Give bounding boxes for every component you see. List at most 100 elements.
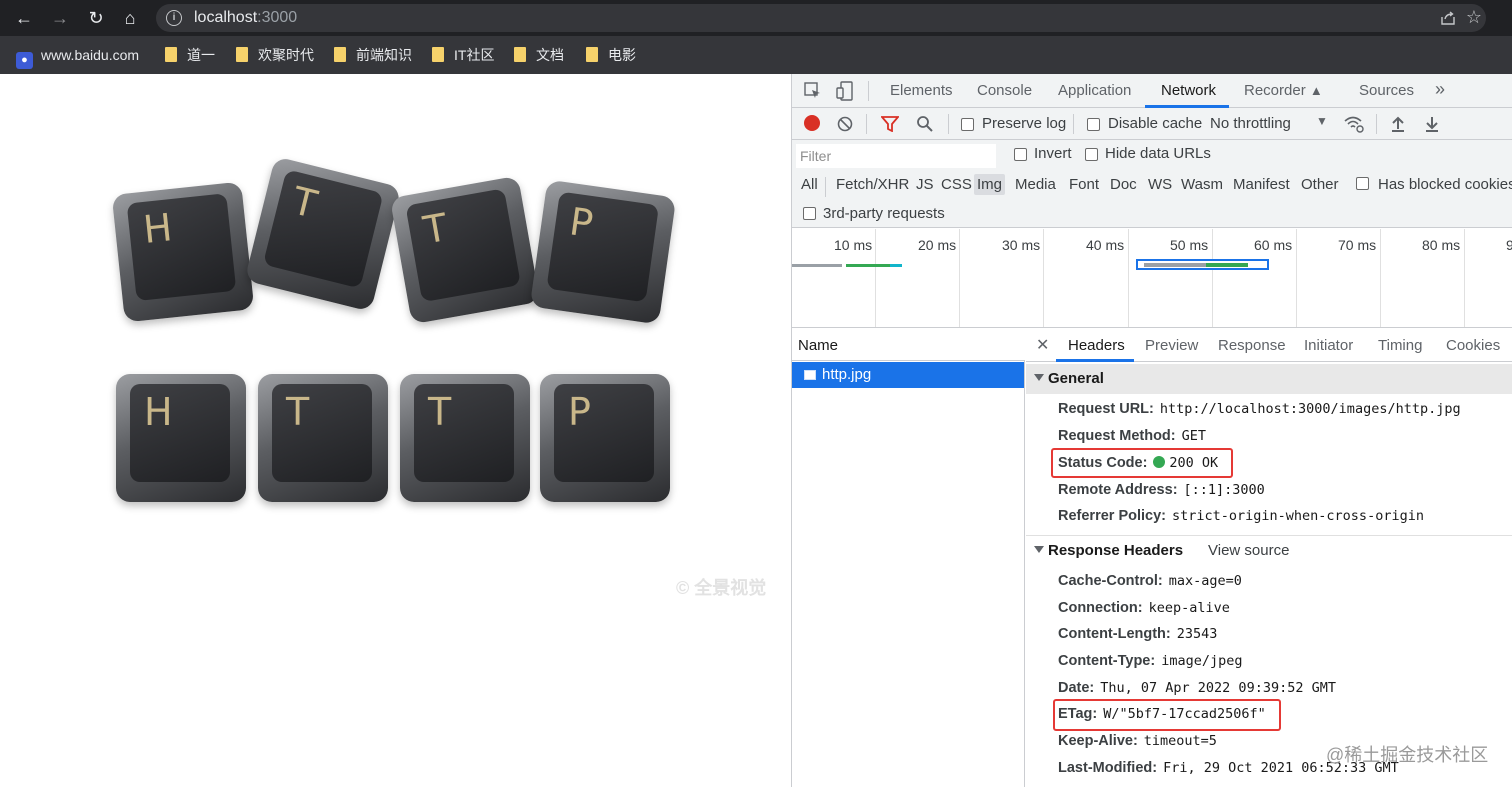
filter-type-wasm[interactable]: Wasm: [1178, 174, 1226, 195]
folder-icon: [432, 47, 444, 62]
reload-icon[interactable]: ↻: [84, 6, 108, 30]
timeline-bar: [890, 264, 902, 267]
export-har-icon[interactable]: [1424, 115, 1440, 133]
filter-type-other[interactable]: Other: [1298, 174, 1342, 195]
filter-type-fetch-xhr[interactable]: Fetch/XHR: [833, 174, 912, 195]
network-filter-bar: Filter Invert Hide data URLs All Fetch/X…: [792, 140, 1512, 228]
view-source-link[interactable]: View source: [1208, 542, 1289, 559]
bookmark-folder[interactable]: 欢聚时代: [236, 46, 314, 64]
tab-cookies[interactable]: Cookies: [1446, 337, 1500, 354]
general-section-toggle[interactable]: General: [1026, 364, 1512, 394]
bookmark-folder[interactable]: 前端知识: [334, 46, 412, 64]
tab-application[interactable]: Application: [1058, 82, 1131, 99]
timeline-tick: 30 ms: [1002, 237, 1041, 253]
tab-preview[interactable]: Preview: [1145, 337, 1198, 354]
bookmark-folder[interactable]: 电影: [586, 46, 636, 64]
filter-type-manifest[interactable]: Manifest: [1230, 174, 1293, 195]
import-har-icon[interactable]: [1390, 115, 1406, 133]
devtools-panel: Elements Console Application Network Rec…: [791, 74, 1512, 787]
tab-response[interactable]: Response: [1218, 337, 1286, 354]
throttling-select[interactable]: No throttling: [1210, 115, 1291, 132]
filter-type-css[interactable]: CSS: [938, 174, 975, 195]
folder-icon: [514, 47, 526, 62]
page-viewport: H T T P H T T P © 全景视觉: [0, 74, 791, 787]
keycap: H: [111, 181, 255, 323]
tab-recorder[interactable]: Recorder ▲: [1244, 82, 1323, 99]
preserve-log-checkbox[interactable]: [961, 118, 974, 131]
source-watermark: @稀土掘金技术社区: [1326, 745, 1489, 765]
image-watermark: © 全景视觉: [676, 578, 767, 598]
bookmark-folder[interactable]: IT社区: [432, 46, 494, 64]
keycap: T: [389, 175, 541, 325]
divider: [948, 114, 949, 134]
third-party-label: 3rd-party requests: [823, 205, 945, 222]
highlight-status-code: [1051, 448, 1233, 478]
response-headers-section-toggle[interactable]: Response Headers View source: [1026, 536, 1512, 566]
tab-console[interactable]: Console: [977, 82, 1032, 99]
hide-data-urls-checkbox[interactable]: [1085, 148, 1098, 161]
filter-input[interactable]: Filter: [796, 144, 996, 168]
filter-type-media[interactable]: Media: [1012, 174, 1059, 195]
filter-type-all[interactable]: All: [798, 174, 821, 195]
divider: [868, 81, 869, 101]
search-icon[interactable]: [916, 115, 934, 133]
tab-sources[interactable]: Sources: [1359, 82, 1414, 99]
share-icon[interactable]: [1440, 10, 1456, 26]
filter-type-img[interactable]: Img: [974, 174, 1006, 195]
folder-icon: [236, 47, 248, 62]
disable-cache-checkbox[interactable]: [1087, 118, 1100, 131]
bookmark-star-icon[interactable]: ☆: [1466, 7, 1482, 28]
timeline-bar: [792, 264, 842, 267]
request-list: Name http.jpg: [792, 328, 1025, 787]
close-icon[interactable]: ✕: [1036, 335, 1049, 355]
tab-elements[interactable]: Elements: [890, 82, 953, 99]
request-name: http.jpg: [822, 366, 872, 383]
bookmark-folder[interactable]: 道一: [165, 46, 215, 64]
keycap: T: [244, 156, 402, 312]
tab-headers[interactable]: Headers: [1068, 337, 1125, 354]
active-tab-indicator: [1056, 359, 1134, 362]
baidu-icon: ●: [16, 52, 33, 69]
timeline-bar: [846, 264, 890, 267]
request-row[interactable]: http.jpg: [792, 362, 1024, 388]
third-party-checkbox[interactable]: [803, 207, 816, 220]
timeline-tick: 60 ms: [1254, 237, 1293, 253]
details-tab-bar: ✕ Headers Preview Response Initiator Tim…: [1026, 328, 1512, 362]
filter-type-font[interactable]: Font: [1066, 174, 1102, 195]
tab-network[interactable]: Network: [1161, 82, 1216, 99]
header-cache-control: Cache-Control: max-age=0: [1058, 573, 1242, 589]
tab-initiator[interactable]: Initiator: [1304, 337, 1353, 354]
address-bar[interactable]: i localhost:3000 ☆: [156, 4, 1486, 32]
site-info-icon[interactable]: i: [166, 10, 182, 26]
filter-type-doc[interactable]: Doc: [1107, 174, 1140, 195]
device-toolbar-icon[interactable]: [836, 81, 854, 101]
forward-icon[interactable]: →: [48, 6, 72, 30]
home-icon[interactable]: ⌂: [118, 6, 142, 30]
has-blocked-cookies-checkbox[interactable]: [1356, 177, 1369, 190]
clear-icon[interactable]: [837, 116, 853, 132]
bookmark-baidu[interactable]: ● www.baidu.com: [16, 46, 139, 69]
keycap: H: [116, 374, 246, 502]
has-blocked-cookies-label: Has blocked cookies: [1378, 176, 1512, 193]
invert-checkbox[interactable]: [1014, 148, 1027, 161]
header-request-url: Request URL: http://localhost:3000/images…: [1058, 401, 1461, 417]
filter-type-ws[interactable]: WS: [1145, 174, 1175, 195]
keycap: P: [540, 374, 670, 502]
filter-icon[interactable]: [881, 116, 899, 132]
network-overview-timeline[interactable]: 10 ms 20 ms 30 ms 40 ms 50 ms 60 ms 70 m…: [792, 229, 1512, 328]
timeline-tick: 80 ms: [1422, 237, 1461, 253]
filter-type-js[interactable]: JS: [913, 174, 937, 195]
url-host: localhost: [194, 9, 258, 26]
back-icon[interactable]: ←: [12, 6, 36, 30]
network-conditions-icon[interactable]: [1343, 114, 1365, 134]
url-port: :3000: [257, 9, 298, 26]
record-icon[interactable]: [804, 115, 820, 131]
more-tabs-icon[interactable]: »: [1435, 79, 1445, 100]
bookmark-folder[interactable]: 文档: [514, 46, 564, 64]
column-header-name[interactable]: Name: [792, 328, 1025, 361]
chevron-down-icon[interactable]: ▼: [1316, 114, 1328, 128]
inspect-element-icon[interactable]: [804, 82, 822, 100]
tab-timing[interactable]: Timing: [1378, 337, 1422, 354]
triangle-down-icon: [1034, 374, 1044, 381]
disable-cache-label: Disable cache: [1108, 115, 1203, 132]
